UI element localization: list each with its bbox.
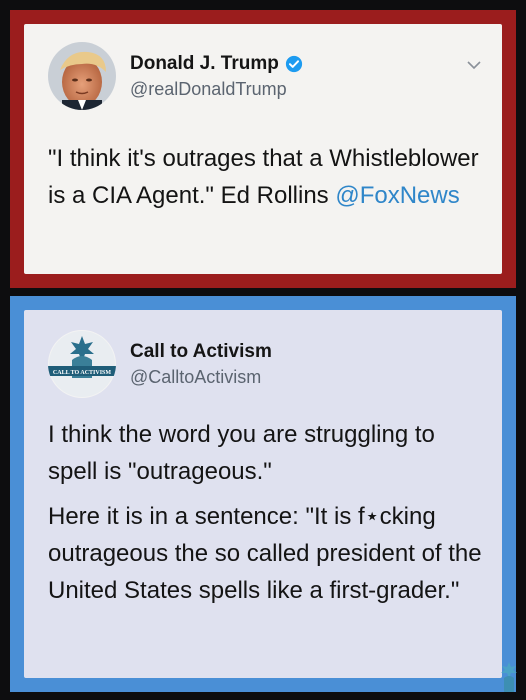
avatar[interactable] bbox=[48, 42, 116, 110]
tweet-header: CALL TO ACTIVISM Call to Activism @Callt… bbox=[48, 330, 482, 398]
tweet-panel-activism: CALL TO ACTIVISM Call to Activism @Callt… bbox=[10, 296, 516, 692]
tweet-card: Donald J. Trump @realDonaldTrump "I thin… bbox=[24, 24, 502, 274]
user-handle[interactable]: @realDonaldTrump bbox=[130, 79, 303, 100]
tweet-paragraph-2: Here it is in a sentence: "It is f⋆cking… bbox=[48, 503, 482, 604]
tweet-text: "I think it's outrages that a Whistleblo… bbox=[48, 140, 482, 214]
tweet-text: I think the word you are struggling to s… bbox=[48, 416, 482, 609]
tweet-header: Donald J. Trump @realDonaldTrump bbox=[48, 42, 482, 110]
avatar[interactable]: CALL TO ACTIVISM bbox=[48, 330, 116, 398]
verified-badge-icon bbox=[285, 55, 302, 72]
tweet-card: CALL TO ACTIVISM Call to Activism @Callt… bbox=[24, 310, 502, 678]
liberty-logo-icon bbox=[501, 662, 517, 692]
avatar-text: CALL TO ACTIVISM bbox=[53, 370, 111, 376]
mention-link[interactable]: @FoxNews bbox=[335, 182, 459, 209]
display-name[interactable]: Call to Activism bbox=[130, 341, 272, 363]
user-handle[interactable]: @CalltoActivism bbox=[130, 367, 272, 388]
chevron-down-icon[interactable] bbox=[466, 60, 482, 70]
tweet-paragraph-1: I think the word you are struggling to s… bbox=[48, 421, 435, 485]
display-name[interactable]: Donald J. Trump bbox=[130, 53, 279, 75]
tweet-panel-trump: Donald J. Trump @realDonaldTrump "I thin… bbox=[10, 10, 516, 288]
